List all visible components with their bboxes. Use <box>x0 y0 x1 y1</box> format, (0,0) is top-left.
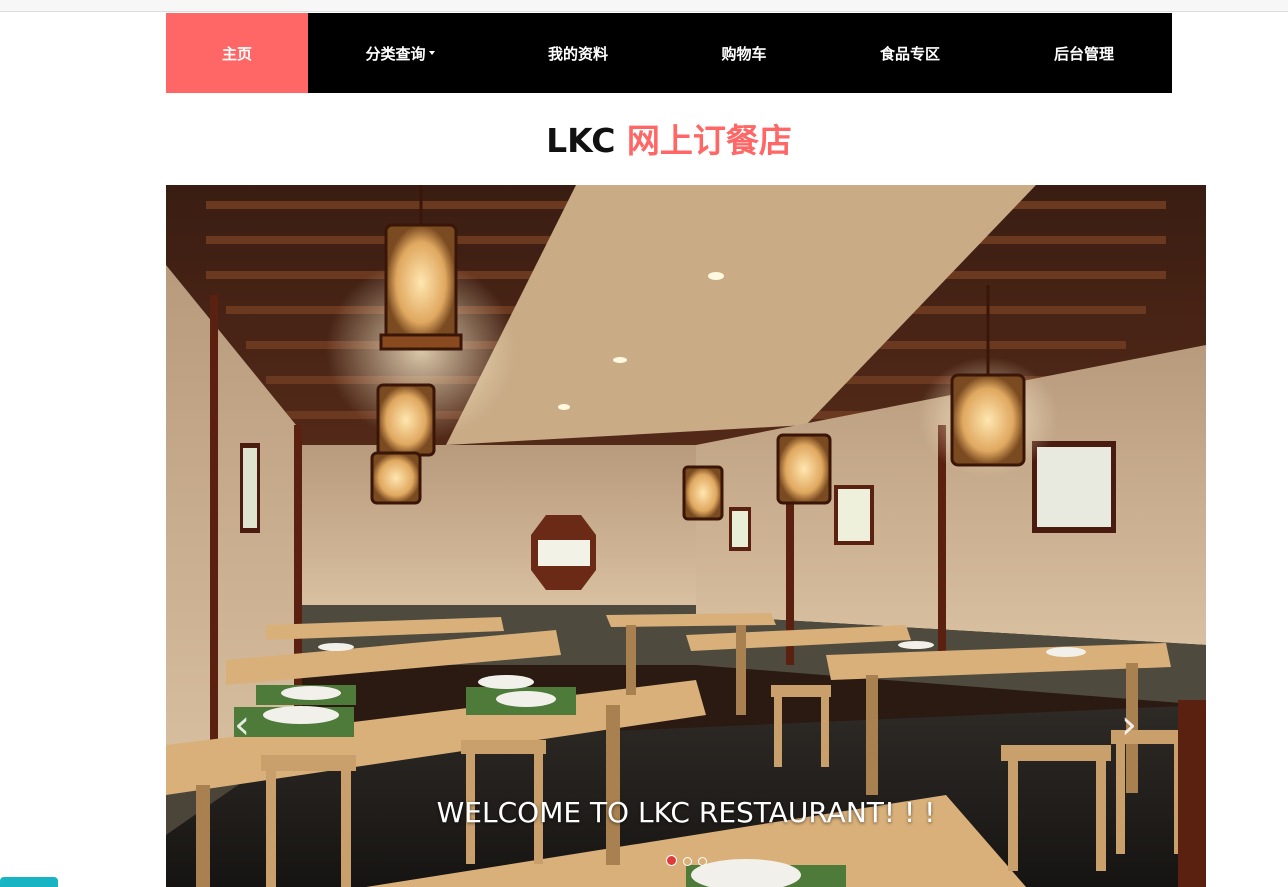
carousel-indicator-2[interactable] <box>682 857 692 866</box>
browser-top-bar <box>0 0 1288 12</box>
site-title-name: 网上订餐店 <box>626 121 792 160</box>
nav-cart-label: 购物车 <box>721 44 767 63</box>
carousel-indicators <box>166 855 1206 866</box>
chevron-right-icon: › <box>1121 702 1137 748</box>
carousel-next-button[interactable]: › <box>1109 705 1149 745</box>
nav-admin[interactable]: 后台管理 <box>996 13 1172 93</box>
restaurant-interior-image <box>166 185 1206 887</box>
nav-category-dropdown[interactable]: 分类查询 <box>308 13 492 93</box>
nav-admin-label: 后台管理 <box>1053 44 1114 63</box>
nav-food-zone[interactable]: 食品专区 <box>824 13 996 93</box>
carousel-indicator-1[interactable] <box>665 855 677 866</box>
carousel-prev-button[interactable]: ‹ <box>222 705 262 745</box>
nav-home-label: 主页 <box>221 44 252 63</box>
main-navbar: 主页 分类查询 我的资料 购物车 食品专区 后台管理 <box>166 13 1172 93</box>
site-title: LKC 网上订餐店 <box>0 118 1288 164</box>
nav-category-label: 分类查询 <box>365 44 426 63</box>
hero-carousel[interactable]: ‹ › WELCOME TO LKC RESTAURANT! ! ! <box>166 185 1206 887</box>
caret-down-icon <box>428 51 435 55</box>
floating-side-tab[interactable] <box>0 877 58 887</box>
chevron-left-icon: ‹ <box>234 702 250 748</box>
nav-cart[interactable]: 购物车 <box>664 13 824 93</box>
carousel-caption: WELCOME TO LKC RESTAURANT! ! ! <box>436 796 936 829</box>
nav-my-profile[interactable]: 我的资料 <box>492 13 664 93</box>
carousel-indicator-3[interactable] <box>697 857 707 866</box>
nav-home[interactable]: 主页 <box>166 13 308 93</box>
nav-food-zone-label: 食品专区 <box>879 44 940 63</box>
site-title-brand: LKC <box>546 121 616 160</box>
nav-my-profile-label: 我的资料 <box>547 44 608 63</box>
